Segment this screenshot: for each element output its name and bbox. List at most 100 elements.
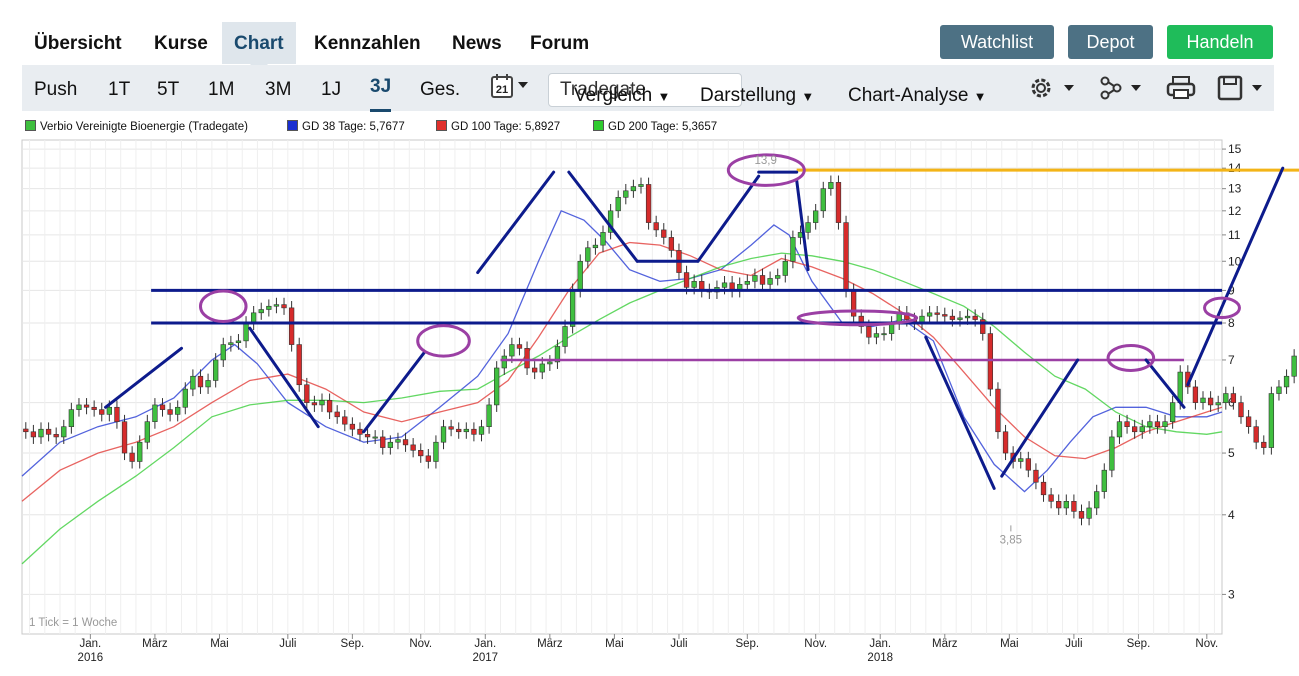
candle-body <box>759 275 766 285</box>
candle <box>835 175 842 230</box>
candle <box>987 326 994 397</box>
candle-body <box>638 184 644 187</box>
x-tick-label: Mai <box>210 638 229 650</box>
candle-body <box>752 275 758 282</box>
candle-body <box>1283 375 1290 388</box>
candle-body <box>592 244 599 249</box>
y-tick-label: 13 <box>1228 182 1242 196</box>
x-tick-label: Juli <box>279 638 296 650</box>
candle-body <box>577 260 583 291</box>
candle-body <box>1223 393 1229 403</box>
candle-body <box>304 384 310 403</box>
candle-body <box>53 434 59 438</box>
candle-body <box>1048 494 1054 502</box>
candle-body <box>995 388 1001 433</box>
candle <box>1238 395 1244 424</box>
candle <box>1245 409 1252 434</box>
candle-body <box>957 317 963 320</box>
candle-body <box>38 428 44 438</box>
candle-body <box>949 315 956 320</box>
x-tick-label: Jan. <box>474 638 496 650</box>
candle-body <box>1086 507 1092 519</box>
candle-body <box>494 367 500 406</box>
candle-body <box>1071 501 1077 512</box>
candle-body <box>630 186 637 192</box>
candle <box>995 382 1001 439</box>
candle-body <box>121 421 128 454</box>
candle-body <box>585 247 591 262</box>
candle-body <box>387 441 394 448</box>
candle-body <box>881 333 887 336</box>
candle-body <box>600 232 606 246</box>
candle-body <box>23 428 29 433</box>
candle-body <box>364 434 371 438</box>
candle-body <box>1230 393 1237 403</box>
candle-body <box>175 406 181 415</box>
candle-body <box>1207 397 1214 406</box>
candle <box>1283 369 1290 394</box>
high-annotation: 13,9 <box>755 155 777 167</box>
candle-body <box>1215 402 1221 406</box>
candle <box>645 177 652 230</box>
candle-body <box>463 428 469 433</box>
candle-body <box>159 404 166 410</box>
candle-body <box>167 409 173 415</box>
candle-body <box>402 439 409 446</box>
candle-body <box>805 222 811 233</box>
candle-body <box>243 322 249 342</box>
x-tick-label: Juli <box>1065 638 1082 650</box>
candle <box>1268 386 1275 455</box>
candle-body <box>926 312 933 317</box>
candle-body <box>61 426 67 438</box>
candle-body <box>866 326 872 338</box>
candle-body <box>258 309 264 314</box>
x-tick-label: März <box>142 638 168 650</box>
candle-body <box>1169 402 1176 423</box>
candle-body <box>228 342 234 345</box>
candle-body <box>775 275 781 279</box>
candle-body <box>471 428 477 435</box>
candle-body <box>1147 421 1153 427</box>
candle-body <box>532 367 538 373</box>
candle-body <box>524 348 530 369</box>
x-tick-label: Juli <box>670 638 687 650</box>
candle-body <box>1268 393 1275 448</box>
y-tick-label: 7 <box>1228 353 1235 367</box>
x-tick-label: Sep. <box>341 638 365 650</box>
candle-body <box>813 210 819 223</box>
candle-body <box>129 452 135 462</box>
candle-body <box>1192 386 1199 403</box>
candle <box>1253 419 1259 450</box>
candle-body <box>1154 421 1161 427</box>
candle-body <box>1200 397 1206 403</box>
candle-body <box>1109 436 1115 471</box>
candle-body <box>30 431 37 438</box>
candle-body <box>68 409 75 427</box>
candle-body <box>349 423 356 430</box>
candle-body <box>456 428 462 433</box>
candle-body <box>653 222 659 231</box>
x-year-label: 2017 <box>472 652 498 664</box>
y-tick-label: 11 <box>1228 228 1241 242</box>
candle-body <box>1063 501 1069 509</box>
candle-body <box>1291 355 1297 377</box>
candle-body <box>782 260 788 276</box>
x-tick-label: Nov. <box>804 638 827 650</box>
price-chart[interactable]: 3456789101112131415Jan.2016MärzMaiJuliSe… <box>0 0 1299 676</box>
candle-body <box>721 282 728 288</box>
candle-body <box>964 315 971 319</box>
x-tick-label: Nov. <box>409 638 432 650</box>
x-tick-label: Sep. <box>735 638 759 650</box>
candle-body <box>395 439 401 443</box>
candle-body <box>1132 426 1138 433</box>
candle-body <box>1162 421 1168 427</box>
candle-body <box>380 436 386 448</box>
candle-body <box>418 450 424 457</box>
candle-body <box>1040 481 1047 496</box>
candle-body <box>273 304 280 307</box>
candle-body <box>569 290 576 327</box>
candle-body <box>114 406 120 423</box>
candle-body <box>342 416 348 425</box>
candle-body <box>683 272 690 288</box>
candle <box>296 337 302 392</box>
